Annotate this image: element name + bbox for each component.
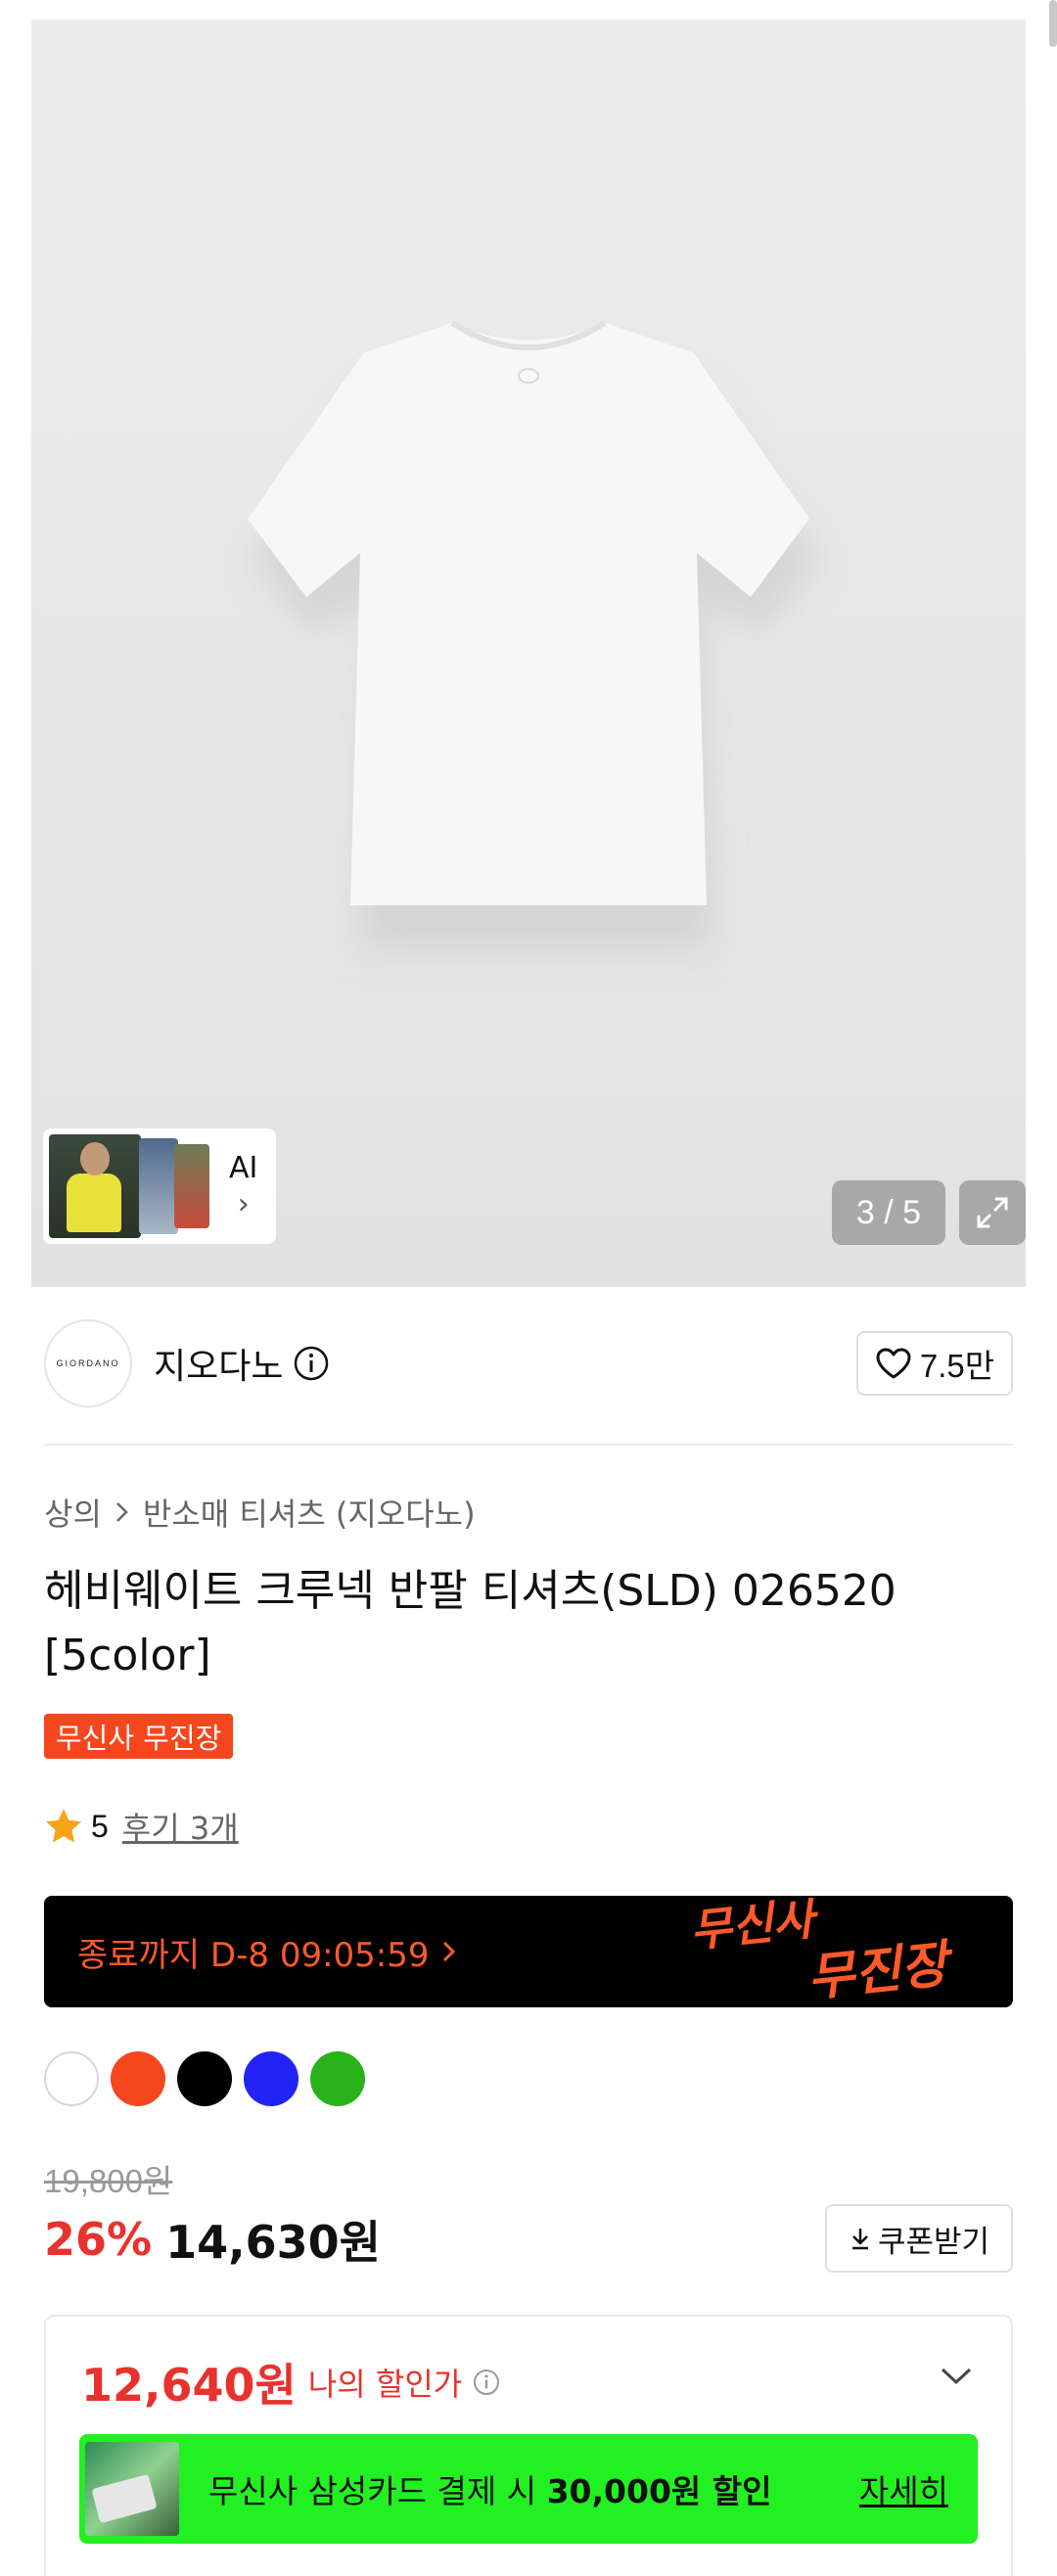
chevron-right-icon <box>442 1941 455 1962</box>
color-swatch-orange[interactable] <box>111 2051 165 2106</box>
product-title: 헤비웨이트 크루넥 반팔 티셔츠(SLD) 026520 [5color] <box>44 1566 896 1680</box>
breadcrumb: 상의 반소매 티셔츠 (지오다노) <box>44 1490 476 1535</box>
ai-fitting-thumbnail[interactable]: AI › <box>43 1128 276 1244</box>
chevron-right-icon: › <box>237 1187 250 1221</box>
expand-icon <box>977 1197 1008 1228</box>
color-swatch-black[interactable] <box>177 2051 232 2106</box>
event-banner[interactable]: 종료까지 D-8 09:05:59 무신사 무진장 <box>44 1896 1013 2007</box>
rating: 5 후기 3개 <box>44 1804 239 1849</box>
color-swatch-green[interactable] <box>310 2051 365 2106</box>
chevron-down-icon[interactable] <box>939 2366 974 2387</box>
color-swatches <box>44 2051 365 2106</box>
brand-logo[interactable]: GIORDANO <box>44 1319 132 1407</box>
image-counter: 3 / 5 <box>832 1180 945 1245</box>
breadcrumb-category[interactable]: 상의 <box>44 1490 102 1535</box>
info-icon[interactable] <box>293 1345 330 1382</box>
expand-button[interactable] <box>959 1180 1026 1245</box>
brand-row: GIORDANO 지오다노 7.5만 <box>44 1319 1013 1407</box>
svg-text:무진장: 무진장 <box>804 1935 957 2005</box>
breadcrumb-subcategory[interactable]: 반소매 티셔츠 (지오다노) <box>143 1490 476 1535</box>
scrollbar[interactable] <box>1049 0 1057 47</box>
color-swatch-white[interactable] <box>44 2051 99 2106</box>
divider <box>44 1444 1013 1446</box>
card-promo-banner[interactable]: 무신사 삼성카드 결제 시 30,000원 할인 자세히 <box>79 2434 978 2544</box>
my-discount-label: 나의 할인가 <box>307 2366 463 2403</box>
coupon-label: 쿠폰받기 <box>877 2224 990 2260</box>
info-icon[interactable] <box>472 2368 501 2397</box>
coupon-button[interactable]: 쿠폰받기 <box>825 2204 1013 2273</box>
product-image[interactable]: AI › 3 / 5 <box>31 20 1026 1287</box>
my-discount-price: 12,640원 <box>81 2359 297 2412</box>
my-discount-panel[interactable]: 12,640원 나의 할인가 무신사 삼성카드 결제 시 30,000원 할인 … <box>44 2315 1013 2576</box>
like-count: 7.5만 <box>919 1348 995 1384</box>
ai-label: AI <box>229 1151 258 1185</box>
color-swatch-blue[interactable] <box>244 2051 299 2106</box>
like-button[interactable]: 7.5만 <box>856 1331 1013 1396</box>
countdown-text: 종료까지 D-8 09:05:59 <box>77 1935 430 1975</box>
chevron-right-icon <box>116 1502 128 1522</box>
musinsa-mujinjang-logo: 무신사 무진장 <box>688 1898 958 2005</box>
heart-icon <box>876 1348 911 1379</box>
price-row: 26% 14,630원 <box>44 2207 381 2272</box>
rating-score: 5 <box>91 1808 109 1844</box>
download-icon <box>851 2229 868 2250</box>
card-image <box>85 2442 179 2536</box>
tshirt-image <box>248 320 820 949</box>
card-promo-text: 무신사 삼성카드 결제 시 30,000원 할인 <box>208 2472 772 2510</box>
star-icon <box>46 1809 81 1843</box>
original-price: 19,800원 <box>44 2163 173 2199</box>
review-link[interactable]: 후기 3개 <box>122 1804 239 1849</box>
svg-text:무신사: 무신사 <box>688 1898 823 1957</box>
brand-name[interactable]: 지오다노 <box>154 1338 283 1389</box>
detail-link[interactable]: 자세히 <box>859 2465 948 2512</box>
discount-rate: 26% <box>44 2213 153 2266</box>
sale-price: 14,630원 <box>165 2216 381 2269</box>
ai-model-photos <box>49 1134 215 1238</box>
event-tag: 무신사 무진장 <box>44 1714 234 1759</box>
